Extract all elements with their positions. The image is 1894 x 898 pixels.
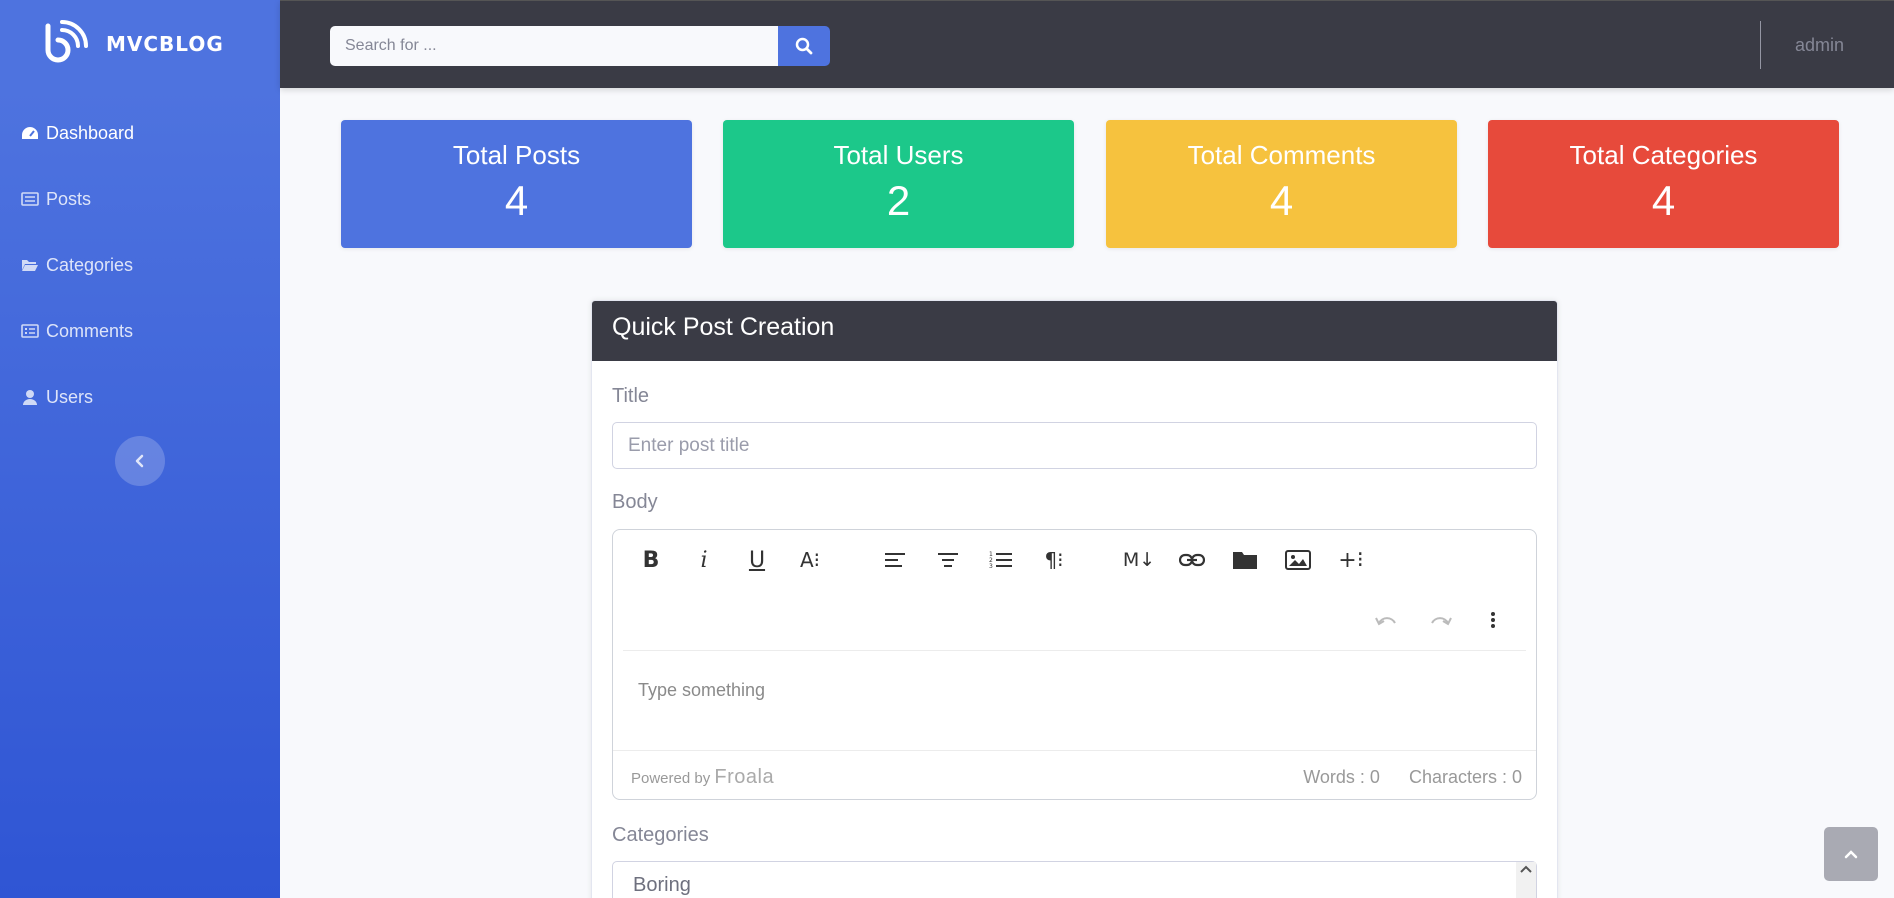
select-scrollbar[interactable] [1516, 862, 1536, 898]
powered-by[interactable]: Powered by Froala [631, 766, 774, 789]
sidebar-item-dashboard[interactable]: Dashboard [0, 100, 280, 166]
toolbar-divider [623, 650, 1526, 651]
chevron-left-icon [135, 454, 144, 468]
panel-title: Quick Post Creation [592, 301, 1557, 361]
newspaper-icon [20, 190, 40, 208]
paragraph-format-more-icon[interactable]: ¶⁝ [1034, 540, 1074, 580]
chevron-up-icon [1520, 865, 1532, 873]
sidebar-item-categories[interactable]: Categories [0, 232, 280, 298]
sidebar: MVCBLOG Dashboard Posts Categories Comme… [0, 0, 280, 898]
editor-counts: Words : 0 Characters : 0 [1279, 767, 1522, 788]
folder-icon[interactable] [1225, 540, 1265, 580]
more-vertical-icon[interactable] [1473, 600, 1513, 640]
brand-name: MVCBLOG [106, 32, 224, 56]
search-button[interactable] [778, 26, 830, 66]
user-menu[interactable]: admin [1795, 35, 1844, 56]
topbar: admin [280, 0, 1894, 88]
quick-post-panel: Quick Post Creation Title Body B i U A⁝ … [591, 300, 1558, 898]
froala-logo: Froala [714, 766, 775, 788]
brand[interactable]: MVCBLOG [0, 0, 280, 88]
sidebar-item-label: Comments [46, 320, 134, 341]
category-option[interactable]: Boring [633, 874, 691, 897]
svg-text:3: 3 [989, 563, 993, 570]
stat-card-comments: Total Comments 4 [1106, 120, 1457, 248]
title-label: Title [612, 385, 650, 407]
align-left-icon[interactable] [875, 540, 915, 580]
bold-icon[interactable]: B [631, 540, 671, 580]
stat-card-users: Total Users 2 [723, 120, 1074, 248]
stat-value: 4 [1651, 177, 1676, 224]
stat-title: Total Posts [452, 140, 581, 170]
sidebar-toggle-button[interactable] [115, 436, 165, 486]
post-title-input[interactable] [612, 422, 1537, 469]
search-form [330, 26, 830, 66]
stat-card-categories: Total Categories 4 [1488, 120, 1839, 248]
insert-more-icon[interactable]: +⁝ [1331, 540, 1371, 580]
stat-value: 4 [504, 177, 529, 224]
underline-icon[interactable]: U [737, 540, 777, 580]
tachometer-icon [20, 124, 40, 142]
stat-value: 4 [1269, 177, 1294, 224]
categories-label: Categories [612, 824, 709, 846]
topbar-divider [1760, 21, 1761, 69]
search-input[interactable] [330, 26, 778, 66]
scroll-to-top-button[interactable] [1824, 827, 1878, 881]
sidebar-item-label: Categories [46, 254, 134, 275]
sidebar-item-users[interactable]: Users [0, 364, 280, 430]
stat-value: 2 [886, 177, 911, 224]
sidebar-nav: Dashboard Posts Categories Comments User… [0, 100, 280, 430]
stat-title: Total Comments [1187, 140, 1376, 170]
categories-select[interactable]: Boring [612, 861, 1537, 898]
redo-icon[interactable] [1420, 600, 1460, 640]
search-icon [795, 37, 813, 55]
sidebar-item-label: Posts [46, 188, 92, 209]
powered-by-text: Powered by [631, 770, 711, 787]
sidebar-item-posts[interactable]: Posts [0, 166, 280, 232]
italic-icon[interactable]: i [684, 540, 724, 580]
chevron-up-icon [1844, 850, 1858, 859]
stat-title: Total Users [833, 140, 964, 170]
folder-open-icon [20, 256, 40, 274]
markdown-icon[interactable]: M↓ [1119, 540, 1159, 580]
sidebar-item-comments[interactable]: Comments [0, 298, 280, 364]
body-label: Body [612, 491, 658, 513]
rich-text-editor: B i U A⁝ 123 ¶⁝ M↓ +⁝ Type something Pow… [612, 529, 1537, 800]
word-count: Words : 0 [1303, 767, 1380, 787]
character-count: Characters : 0 [1408, 767, 1522, 787]
ordered-list-icon[interactable]: 123 [981, 540, 1021, 580]
align-center-icon[interactable] [928, 540, 968, 580]
editor-content-area[interactable]: Type something [638, 680, 765, 701]
text-format-more-icon[interactable]: A⁝ [790, 540, 830, 580]
blog-logo-icon [45, 20, 88, 63]
editor-footer: Powered by Froala Words : 0 Characters :… [613, 750, 1536, 800]
list-alt-icon [20, 322, 40, 340]
image-icon[interactable] [1278, 540, 1318, 580]
stat-card-posts: Total Posts 4 [341, 120, 692, 248]
user-icon [20, 388, 40, 406]
sidebar-item-label: Users [46, 386, 94, 407]
sidebar-item-label: Dashboard [46, 122, 135, 143]
undo-icon[interactable] [1367, 600, 1407, 640]
stat-title: Total Categories [1569, 140, 1758, 170]
link-icon[interactable] [1172, 540, 1212, 580]
